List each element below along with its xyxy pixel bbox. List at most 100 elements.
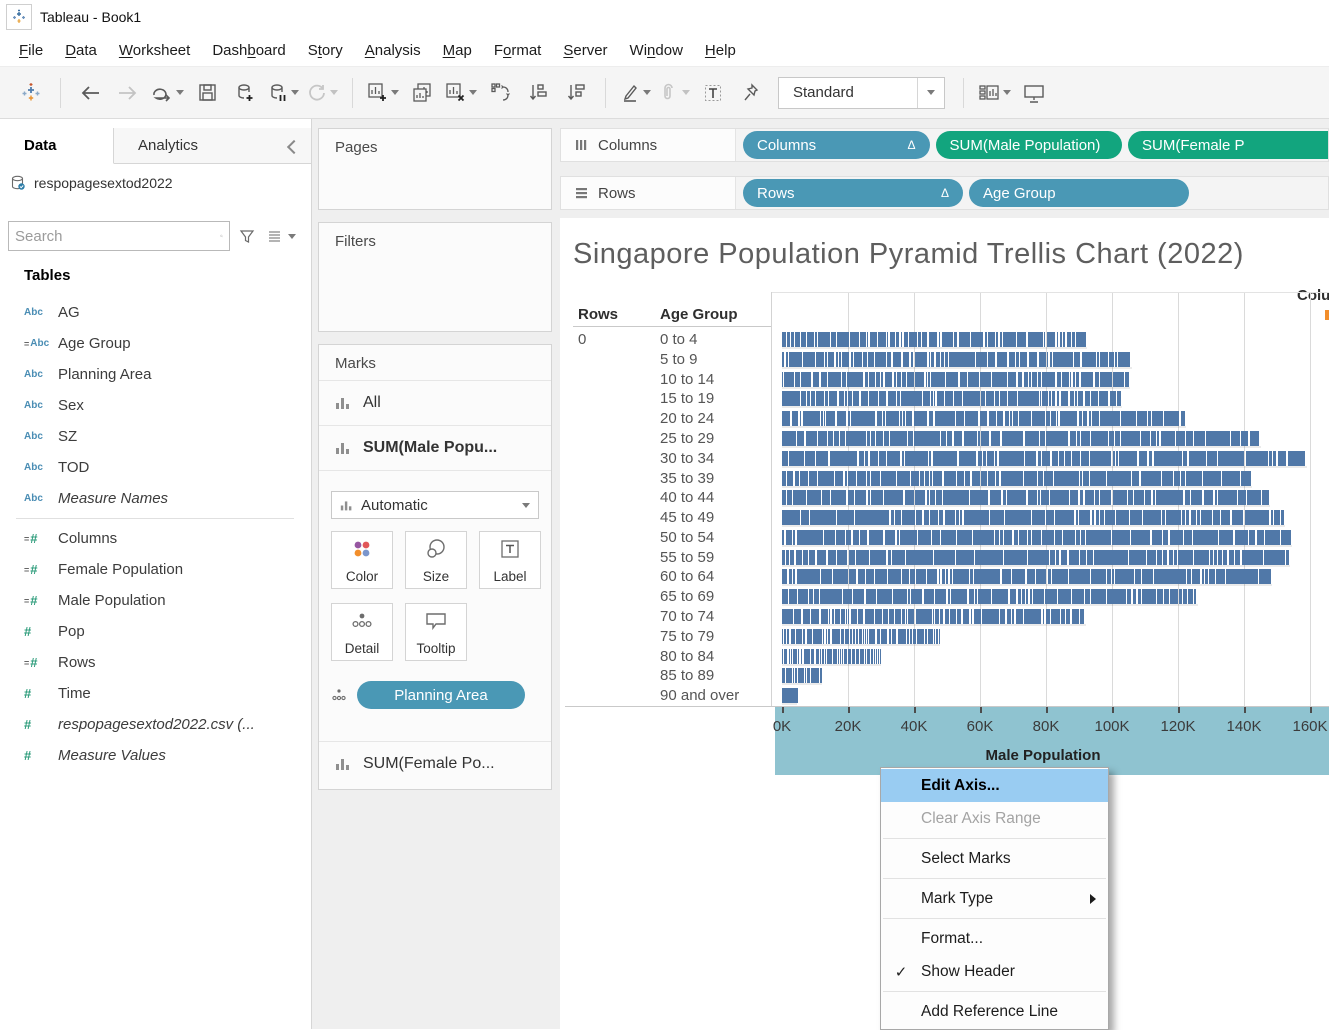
bar-segment[interactable] <box>1020 352 1027 367</box>
bar-segment[interactable] <box>1072 609 1079 624</box>
bar-segment[interactable] <box>874 649 875 664</box>
bar-segment[interactable] <box>847 372 863 387</box>
bar-segment[interactable] <box>896 332 899 347</box>
bar-segment[interactable] <box>1072 332 1075 347</box>
bar-segment[interactable] <box>831 490 846 505</box>
bar-segment[interactable] <box>953 569 969 584</box>
bar-segment[interactable] <box>1060 332 1062 347</box>
menu-format[interactable]: Format <box>483 37 553 64</box>
dropdown-caret-icon[interactable] <box>643 90 651 95</box>
bar-segment[interactable] <box>848 471 856 486</box>
bar-segment[interactable] <box>1207 451 1216 466</box>
dropdown-caret-icon[interactable] <box>330 90 338 95</box>
bar-segment[interactable] <box>851 609 857 624</box>
bar-segment[interactable] <box>1016 609 1023 624</box>
bar-segment[interactable] <box>814 589 819 604</box>
bar-segment[interactable] <box>1051 609 1060 624</box>
bar-segment[interactable] <box>1008 391 1017 406</box>
bar-segment[interactable] <box>787 332 790 347</box>
bar-segment[interactable] <box>1183 589 1187 604</box>
bar-segment[interactable] <box>1174 471 1179 486</box>
bar-segment[interactable] <box>1012 609 1014 624</box>
bar-segment[interactable] <box>782 649 783 664</box>
bar-segment[interactable] <box>990 490 1002 505</box>
bar-segment[interactable] <box>1046 609 1051 624</box>
menu-item-add-reference-line[interactable]: Add Reference Line <box>881 995 1108 1028</box>
bar-segment[interactable] <box>1007 490 1026 505</box>
bar-segment[interactable] <box>834 431 838 446</box>
bar-segment[interactable] <box>1181 471 1185 486</box>
bar-segment[interactable] <box>1081 431 1090 446</box>
bar-segment[interactable] <box>1038 451 1041 466</box>
bar-segment[interactable] <box>934 391 935 406</box>
bar-segment[interactable] <box>1092 510 1095 525</box>
bar-segment[interactable] <box>1221 510 1230 525</box>
bar-segment[interactable] <box>793 668 794 683</box>
bar-segment[interactable] <box>911 471 919 486</box>
bar-segment[interactable] <box>1041 490 1048 505</box>
bar-segment[interactable] <box>809 550 815 565</box>
marks-pane-all[interactable]: All <box>319 380 551 426</box>
bar-segment[interactable] <box>1030 589 1032 604</box>
field-columns[interactable]: =#Columns <box>0 523 310 554</box>
bar-segment[interactable] <box>911 589 922 604</box>
menu-map[interactable]: Map <box>432 37 483 64</box>
bar-segment[interactable] <box>1163 530 1168 545</box>
bar-segment[interactable] <box>1072 451 1080 466</box>
bar-segment[interactable] <box>1269 451 1272 466</box>
bar-segment[interactable] <box>973 530 994 545</box>
bar-segment[interactable] <box>1032 530 1040 545</box>
bar-90-and-over[interactable] <box>782 688 797 703</box>
bar-segment[interactable] <box>1002 569 1011 584</box>
menu-help[interactable]: Help <box>694 37 747 64</box>
bar-segment[interactable] <box>1249 530 1255 545</box>
bar-segment[interactable] <box>790 550 794 565</box>
bar-segment[interactable] <box>879 391 886 406</box>
field-time[interactable]: #Time <box>0 678 310 709</box>
bar-segment[interactable] <box>905 451 928 466</box>
bar-segment[interactable] <box>793 649 797 664</box>
bar-segment[interactable] <box>867 629 868 644</box>
bar-segment[interactable] <box>1040 391 1041 406</box>
bar-segment[interactable] <box>1045 589 1057 604</box>
bar-segment[interactable] <box>1025 451 1037 466</box>
bar-segment[interactable] <box>1181 411 1185 426</box>
bar-segment[interactable] <box>975 589 977 604</box>
bar-segment[interactable] <box>1085 589 1089 604</box>
bar-segment[interactable] <box>1281 510 1284 525</box>
bar-segment[interactable] <box>867 332 868 347</box>
bar-segment[interactable] <box>930 510 938 525</box>
bar-segment[interactable] <box>1036 569 1046 584</box>
bar-segment[interactable] <box>1070 490 1079 505</box>
bar-segment[interactable] <box>906 550 933 565</box>
bar-segment[interactable] <box>939 629 940 644</box>
bar-segment[interactable] <box>948 589 950 604</box>
bar-segment[interactable] <box>1079 510 1090 525</box>
bar-segment[interactable] <box>1100 490 1111 505</box>
bar-segment[interactable] <box>1186 471 1202 486</box>
bar-segment[interactable] <box>1097 352 1099 367</box>
bar-segment[interactable] <box>1052 569 1068 584</box>
bar-segment[interactable] <box>901 391 922 406</box>
bar-segment[interactable] <box>889 629 890 644</box>
bar-segment[interactable] <box>854 352 861 367</box>
bar-segment[interactable] <box>925 471 928 486</box>
bar-segment[interactable] <box>1216 569 1225 584</box>
bar-segment[interactable] <box>1163 550 1167 565</box>
new-datasource-icon[interactable] <box>230 75 260 111</box>
bar-segment[interactable] <box>821 372 827 387</box>
text-label-icon[interactable] <box>698 75 728 111</box>
bar-segment[interactable] <box>975 550 1002 565</box>
bar-segment[interactable] <box>798 589 808 604</box>
bar-segment[interactable] <box>849 569 856 584</box>
bar-segment[interactable] <box>942 569 945 584</box>
bar-segment[interactable] <box>1055 510 1074 525</box>
bar-segment[interactable] <box>829 609 830 624</box>
field-measure-values[interactable]: #Measure Values <box>0 740 310 771</box>
bar-segment[interactable] <box>1005 510 1030 525</box>
bar-segment[interactable] <box>1003 332 1015 347</box>
pill-sum-male-population[interactable]: SUM(Male Population) <box>936 131 1123 159</box>
bar-segment[interactable] <box>957 530 972 545</box>
bar-segment[interactable] <box>869 372 875 387</box>
bar-15-to-19[interactable] <box>782 391 1122 406</box>
